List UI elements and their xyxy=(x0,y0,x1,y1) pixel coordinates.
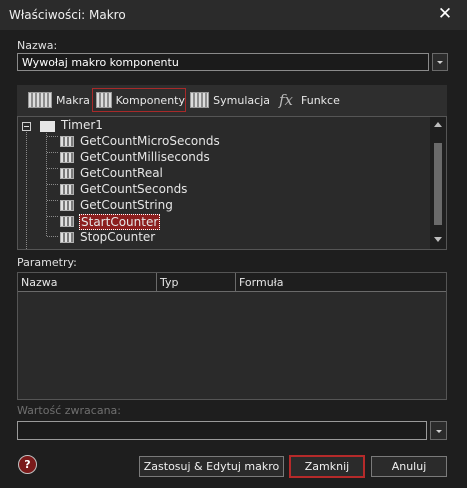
return-value-dropdown-button[interactable] xyxy=(430,421,447,440)
column-header-typ[interactable]: Typ xyxy=(157,273,236,292)
tree-item-startcounter[interactable]: StartCounter xyxy=(79,214,161,230)
scroll-up-icon[interactable] xyxy=(434,122,442,127)
macro-icon xyxy=(60,232,74,243)
tab-komponenty[interactable]: Komponenty xyxy=(92,88,186,112)
tab-label: Funkce xyxy=(301,93,340,107)
tree-scrollbar[interactable] xyxy=(430,117,446,249)
close-button[interactable]: Zamknij xyxy=(289,455,365,478)
function-icon: fx xyxy=(278,91,293,109)
tree-guide xyxy=(47,168,58,169)
params-label: Parametry: xyxy=(17,256,77,269)
tree-guide xyxy=(47,152,58,153)
tree-item-getcountreal[interactable]: GetCountReal xyxy=(80,166,163,180)
return-value-field[interactable] xyxy=(17,421,427,440)
tree-item-stopcounter[interactable]: StopCounter xyxy=(80,230,155,244)
column-header-nazwa[interactable]: Nazwa xyxy=(18,273,157,292)
tab-funkce[interactable]: fx Funkce xyxy=(275,88,345,112)
tree-item-getcountstring[interactable]: GetCountString xyxy=(80,198,173,212)
component-tree[interactable]: Timer1 GetCountMicroSeconds GetCountMill… xyxy=(17,116,447,250)
help-button[interactable]: ? xyxy=(18,455,37,474)
macro-icon xyxy=(60,168,74,179)
name-dropdown-button[interactable] xyxy=(432,53,448,71)
folder-icon xyxy=(40,121,55,132)
params-table[interactable]: Nazwa Typ Formuła xyxy=(17,272,447,400)
component-icon xyxy=(96,92,112,108)
name-label: Nazwa: xyxy=(17,39,58,52)
scrollbar-thumb[interactable] xyxy=(434,143,442,225)
simulation-icon xyxy=(190,92,210,108)
tab-label: Symulacja xyxy=(213,93,270,107)
close-icon[interactable]: ✕ xyxy=(437,5,453,23)
window-title: Właściwości: Makro xyxy=(9,8,126,22)
tree-guide xyxy=(47,216,58,217)
tree-guide xyxy=(26,130,27,249)
name-field-value: Wywołaj makro komponentu xyxy=(22,56,179,69)
macro-icon xyxy=(60,152,74,163)
tab-makra[interactable]: Makra xyxy=(28,88,90,112)
macro-icon xyxy=(60,136,74,147)
tree-item-getcountseconds[interactable]: GetCountSeconds xyxy=(80,182,187,196)
tree-guide xyxy=(47,184,58,185)
apply-edit-button[interactable]: Zastosuj & Edytuj makro xyxy=(139,456,284,477)
cancel-button[interactable]: Anuluj xyxy=(371,456,447,477)
chevron-down-icon xyxy=(436,430,442,433)
collapse-icon[interactable] xyxy=(22,122,31,131)
tab-label: Makra xyxy=(56,93,90,107)
macro-icon xyxy=(60,184,74,195)
tab-label: Komponenty xyxy=(115,93,185,107)
tab-symulacja[interactable]: Symulacja xyxy=(190,88,270,112)
tree-root-timer1[interactable]: Timer1 xyxy=(61,118,103,132)
macro-icon xyxy=(60,200,74,211)
column-header-formula[interactable]: Formuła xyxy=(236,273,446,292)
scroll-down-icon[interactable] xyxy=(434,237,442,242)
chevron-down-icon xyxy=(437,61,443,64)
return-value-label: Wartość zwracana: xyxy=(17,404,121,417)
tree-guide xyxy=(47,236,58,237)
help-icon: ? xyxy=(24,458,31,471)
macro-icon xyxy=(60,216,74,227)
name-field[interactable]: Wywołaj makro komponentu xyxy=(17,53,429,71)
macro-icon xyxy=(28,92,52,108)
tree-guide xyxy=(47,200,58,201)
tree-guide xyxy=(47,136,58,137)
tree-item-getcountmilliseconds[interactable]: GetCountMilliseconds xyxy=(80,150,210,164)
tree-item-getcountmicroseconds[interactable]: GetCountMicroSeconds xyxy=(80,134,220,148)
